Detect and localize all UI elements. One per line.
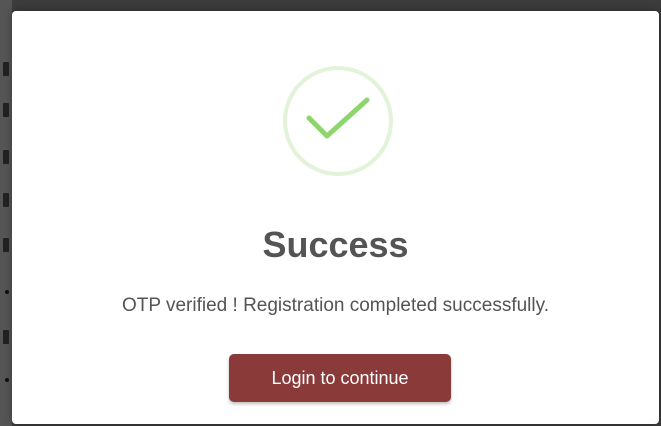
background-text-fragment (3, 62, 9, 76)
background-page-edge (0, 0, 12, 426)
dialog-message: OTP verified ! Registration completed su… (122, 295, 549, 316)
success-dialog: Success OTP verified ! Registration comp… (12, 11, 659, 424)
background-text-fragment (3, 238, 9, 252)
success-icon-ring (283, 66, 393, 176)
login-to-continue-button[interactable]: Login to continue (229, 354, 451, 402)
background-text-fragment (3, 330, 9, 344)
login-button-label: Login to continue (271, 368, 409, 388)
background-bullet (5, 378, 9, 382)
background-text-fragment (3, 103, 9, 117)
background-text-fragment (3, 193, 9, 207)
checkmark-icon (306, 97, 370, 139)
background-text-fragment (3, 150, 9, 164)
dialog-title: Success (262, 224, 409, 265)
background-bullet (5, 290, 9, 294)
